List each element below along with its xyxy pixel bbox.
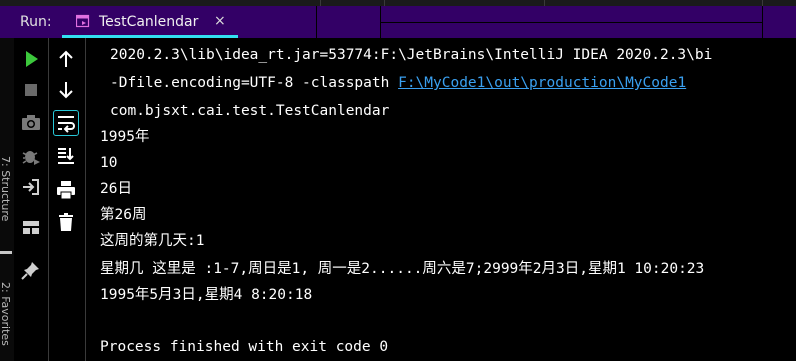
next-occurrence-button[interactable] <box>54 78 78 102</box>
previous-occurrence-button[interactable] <box>54 47 78 71</box>
structure-side-tab[interactable]: 7: Structure <box>0 156 12 221</box>
command-line: com.bjsxt.cai.test.TestCanlendar <box>110 103 390 119</box>
left-tool-strip: 7: Structure 2: Favorites <box>0 38 14 361</box>
favorites-side-tab[interactable]: 2: Favorites <box>0 282 12 346</box>
exit-message: Process finished with exit code 0 <box>100 339 389 355</box>
debug-button[interactable] <box>19 144 43 168</box>
screenshot-button[interactable] <box>19 111 43 135</box>
pin-tab-button[interactable] <box>19 258 43 282</box>
attach-button[interactable] <box>19 175 43 199</box>
print-button[interactable] <box>54 178 78 202</box>
stop-icon <box>25 84 37 96</box>
command-line: 2020.2.3\lib\idea_rt.jar=53774:F:\JetBra… <box>110 47 713 63</box>
arrow-up-icon <box>59 50 73 67</box>
header-divider <box>316 6 317 38</box>
arrow-down-icon <box>59 82 73 99</box>
print-icon <box>57 181 75 200</box>
header-divider <box>380 22 762 23</box>
tab-testcanlendar[interactable]: TestCanlendar × <box>62 6 238 38</box>
run-label: Run: <box>20 14 52 30</box>
run-toolbar-primary <box>14 38 49 361</box>
console-output[interactable]: 2020.2.3\lib\idea_rt.jar=53774:F:\JetBra… <box>86 38 796 361</box>
debug-bug-icon <box>22 151 40 165</box>
scroll-to-end-icon <box>58 148 74 164</box>
command-text: -Dfile.encoding=UTF-8 -classpath <box>110 75 399 91</box>
clear-all-button[interactable] <box>54 210 78 234</box>
scroll-to-end-button[interactable] <box>54 144 78 168</box>
camera-icon <box>22 115 40 130</box>
header-divider <box>762 6 763 38</box>
command-line: -Dfile.encoding=UTF-8 -classpath F:\MyCo… <box>110 72 686 94</box>
run-tool-window-header: Run: TestCanlendar × <box>0 6 796 38</box>
tab-title: TestCanlendar <box>99 14 199 30</box>
run-config-icon <box>76 14 90 28</box>
output-line: 这周的第几天:1 <box>100 233 205 249</box>
output-line: 26日 <box>100 181 132 197</box>
run-toolbar-secondary <box>49 38 86 361</box>
close-icon[interactable]: × <box>214 13 226 29</box>
stop-button[interactable] <box>19 78 43 102</box>
layout-icon <box>23 221 39 234</box>
restore-layout-button[interactable] <box>19 215 43 239</box>
login-icon <box>23 179 39 195</box>
run-button[interactable] <box>19 47 43 71</box>
soft-wrap-toggle[interactable] <box>53 110 79 136</box>
output-line: 第26周 <box>100 207 147 223</box>
output-line: 10 <box>100 155 118 171</box>
classpath-link[interactable]: F:\MyCode1\out\production\MyCode1 <box>398 75 686 91</box>
trash-icon <box>59 213 73 231</box>
run-icon <box>26 51 38 67</box>
side-strip-divider <box>0 251 12 254</box>
output-line: 1995年5月3日,星期4 8:20:18 <box>100 287 313 303</box>
output-line: 1995年 <box>100 129 150 145</box>
pin-icon <box>21 262 39 280</box>
soft-wrap-icon <box>58 116 75 133</box>
output-line: 星期几 这里是 :1-7,周日是1, 周一是2......周六是7;2999年2… <box>100 261 705 277</box>
